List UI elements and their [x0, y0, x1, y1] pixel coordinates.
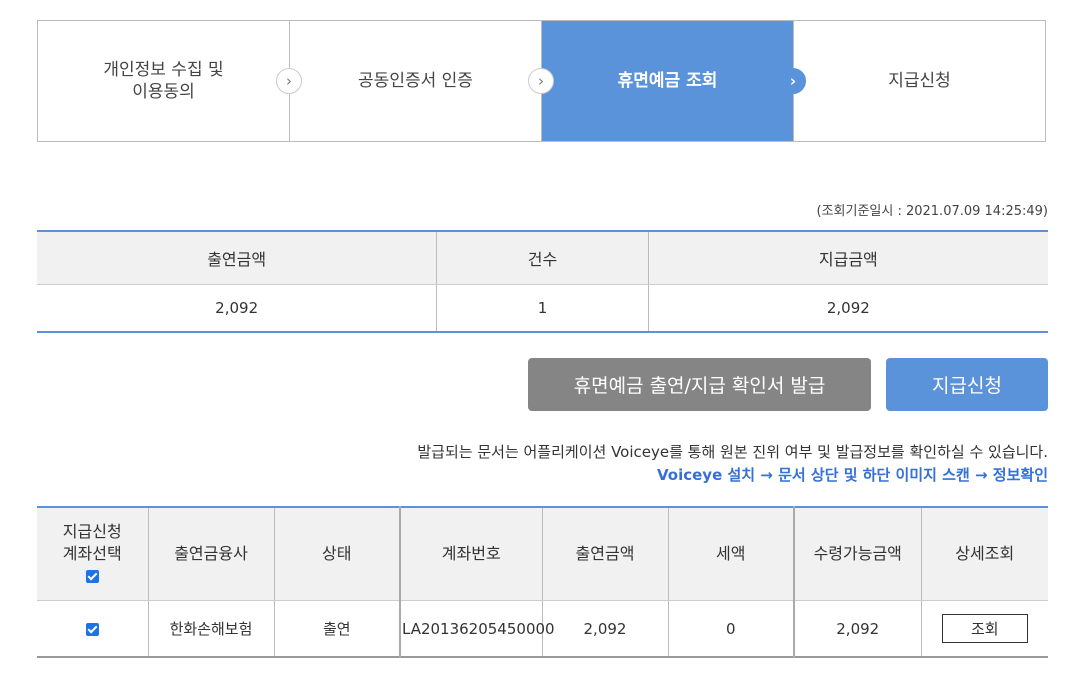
- header-status: 상태: [273, 507, 400, 601]
- voiceye-notice: 발급되는 문서는 어플리케이션 Voiceye를 통해 원본 진위 여부 및 발…: [417, 443, 1048, 461]
- chevron-right-icon: ›: [780, 68, 806, 94]
- row-receivable-amount: 2,092: [793, 600, 921, 657]
- row-tax: 0: [667, 600, 794, 657]
- header-institution: 출연금융사: [147, 507, 274, 601]
- summary-header-payment: 지급금액: [647, 231, 1048, 285]
- row-status: 출연: [273, 600, 400, 657]
- step-certificate-auth: 공동인증서 인증 ›: [290, 21, 554, 141]
- row-detail-cell: 조회: [920, 600, 1048, 657]
- summary-header-contribution: 출연금액: [37, 231, 437, 285]
- step-payment-request: 지급신청 ›: [794, 21, 1045, 141]
- summary-payment-amount: 2,092: [647, 284, 1048, 332]
- progress-steps: 개인정보 수집 및 이용동의 › 공동인증서 인증 › 휴면예금 조회 › 지급…: [37, 20, 1046, 142]
- step-label: 개인정보 수집 및 이용동의: [103, 60, 224, 102]
- row-select-cell: [37, 601, 148, 658]
- header-select-label: 지급신청 계좌선택: [62, 522, 122, 563]
- header-contribution-amount: 출연금액: [541, 507, 668, 601]
- table-row: 한화손해보험 출연 LA20136205450000 2,092 0 2,092…: [37, 600, 1048, 658]
- select-all-checkbox[interactable]: [85, 570, 99, 583]
- apply-payment-button[interactable]: 지급신청: [886, 358, 1048, 411]
- step-label: 휴면예금 조회: [617, 71, 718, 91]
- chevron-right-icon: ›: [528, 68, 554, 94]
- summary-contribution-amount: 2,092: [215, 299, 259, 317]
- header-account-number: 계좌번호: [399, 507, 542, 601]
- step-dormant-deposit-lookup: 휴면예금 조회 ›: [542, 21, 806, 141]
- row-select-checkbox[interactable]: [85, 622, 99, 636]
- step-label: 지급신청: [888, 71, 951, 91]
- summary-count: 1: [436, 284, 649, 332]
- step-label: 공동인증서 인증: [358, 71, 473, 91]
- header-select-account: 지급신청 계좌선택: [37, 507, 148, 601]
- step-privacy-consent: 개인정보 수집 및 이용동의 ›: [38, 21, 302, 141]
- header-tax: 세액: [667, 507, 794, 601]
- summary-header-count: 건수: [436, 231, 649, 285]
- header-detail-view: 상세조회: [920, 507, 1048, 601]
- query-date: (조회기준일시 : 2021.07.09 14:25:49): [816, 204, 1049, 219]
- view-detail-button[interactable]: 조회: [941, 614, 1028, 643]
- row-institution: 한화손해보험: [147, 600, 274, 657]
- summary-table: 출연금액 건수 지급금액 2,092 1 2,092: [37, 230, 1048, 333]
- issue-certificate-button[interactable]: 휴면예금 출연/지급 확인서 발급: [528, 358, 871, 411]
- row-contribution-amount: 2,092: [541, 600, 668, 657]
- voiceye-guide-link[interactable]: Voiceye 설치 → 문서 상단 및 하단 이미지 스캔 → 정보확인: [657, 464, 1048, 485]
- header-receivable-amount: 수령가능금액: [793, 507, 921, 601]
- chevron-right-icon: ›: [276, 68, 302, 94]
- row-account-number: LA20136205450000: [399, 600, 555, 657]
- account-detail-table: 지급신청 계좌선택 출연금융사 상태 계좌번호 출연금액 세액 수령가능금액 상…: [37, 506, 1048, 658]
